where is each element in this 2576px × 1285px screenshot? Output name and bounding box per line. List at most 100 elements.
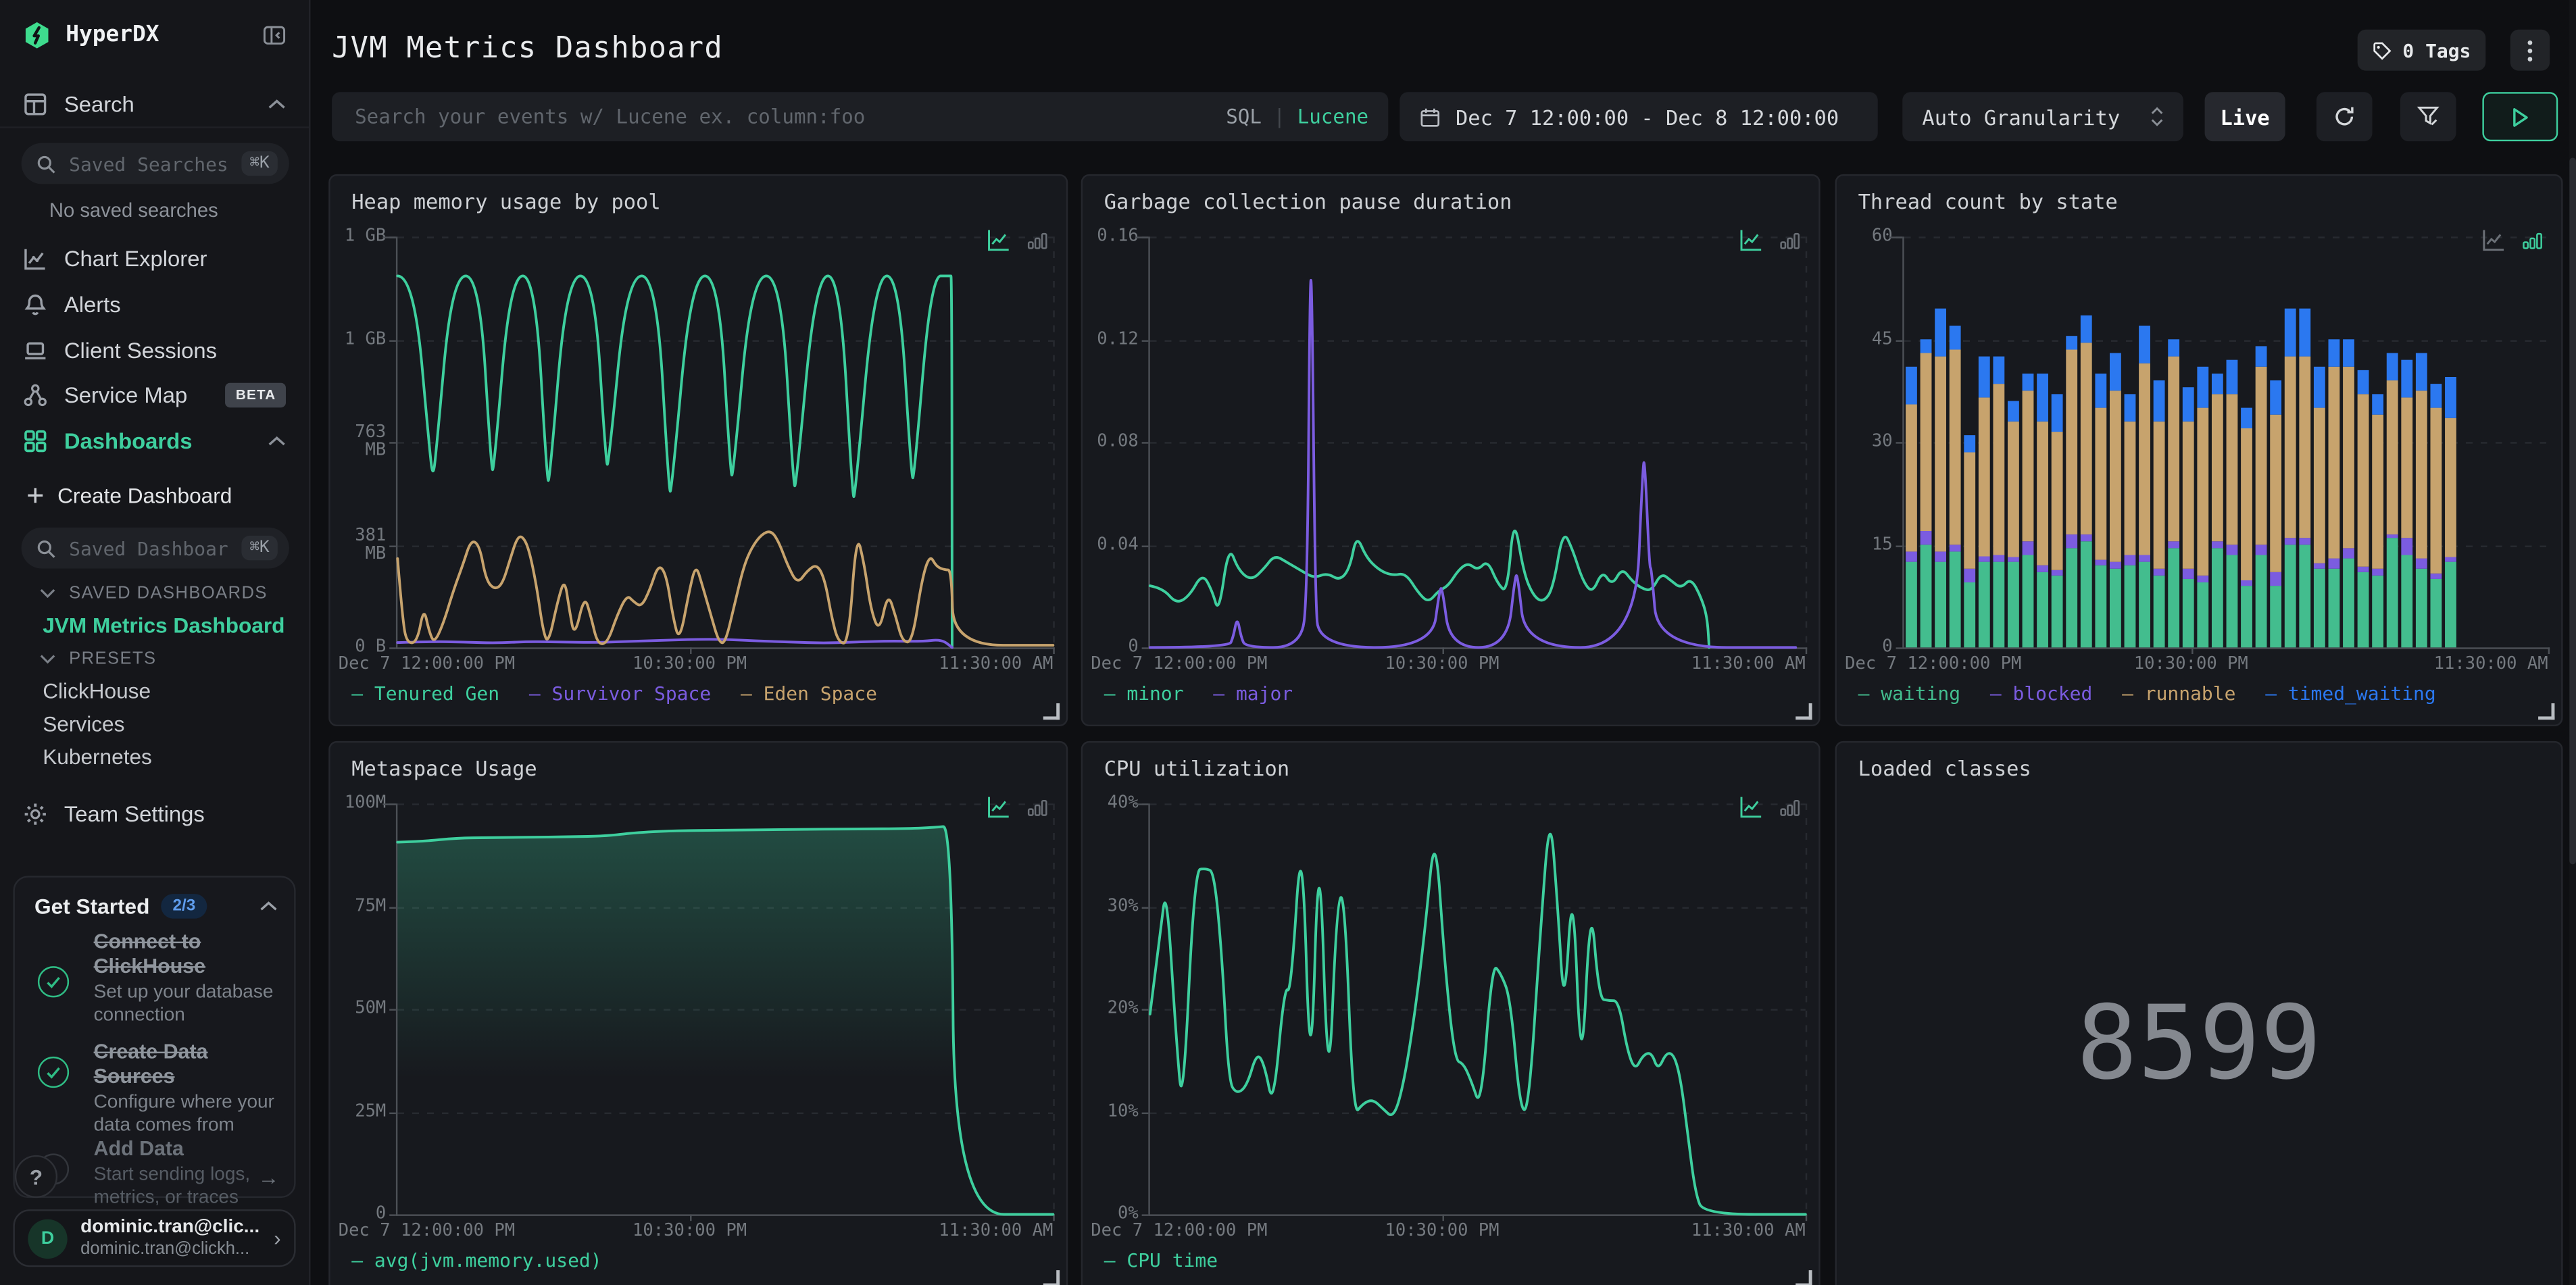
bar-segment-blocked <box>2343 548 2354 559</box>
saved-dashboards-searchbox[interactable]: ⌘K <box>21 527 289 569</box>
saved-dashboards-input[interactable] <box>66 534 232 561</box>
bar-chart-icon[interactable] <box>2522 228 2544 251</box>
sidebar-item-alerts[interactable]: Alerts <box>0 286 309 322</box>
event-search-input[interactable] <box>351 103 1213 130</box>
filter-button[interactable] <box>2400 92 2456 142</box>
legend-item[interactable]: — timed_waiting <box>2265 682 2435 705</box>
granularity-select[interactable]: Auto Granularity <box>1902 92 2183 142</box>
bar-chart-icon[interactable] <box>1026 228 1048 251</box>
bar-segment-runnable <box>2124 421 2136 555</box>
bar-segment-timed_waiting <box>2386 353 2398 381</box>
lucene-option[interactable]: Lucene <box>1297 105 1368 128</box>
y-axis-label: 45 <box>1871 328 1893 349</box>
saved-searches-input[interactable] <box>66 150 232 177</box>
legend-item[interactable]: — blocked <box>1990 682 2092 705</box>
app-name: HyperDX <box>66 21 159 48</box>
chevron-down-icon <box>39 654 55 664</box>
more-options-button[interactable] <box>2510 29 2550 71</box>
sidebar-item-jvm-dashboard[interactable]: JVM Metrics Dashboard <box>43 613 284 637</box>
bar-segment-blocked <box>1906 551 1917 562</box>
y-axis-tick <box>1141 1111 1149 1113</box>
resize-handle[interactable] <box>1043 703 1060 720</box>
line-chart-icon[interactable] <box>987 228 1010 251</box>
run-query-button[interactable] <box>2482 92 2558 142</box>
date-range-picker[interactable]: Dec 7 12:00:00 - Dec 8 12:00:00 <box>1400 92 1878 142</box>
panel-title: Garbage collection pause duration <box>1104 188 1512 214</box>
legend-item[interactable]: — minor <box>1104 682 1184 705</box>
bar-segment-timed_waiting <box>1978 356 1990 398</box>
y-axis-label: 381 MB <box>355 525 387 563</box>
chevron-up-icon[interactable] <box>259 901 278 912</box>
legend-item[interactable]: — waiting <box>1858 682 1960 705</box>
shortcut-badge: ⌘K <box>241 151 278 176</box>
legend-item[interactable]: — CPU time <box>1104 1249 1218 1271</box>
get-started-step-add-data[interactable]: Add Data Start sending logs, metrics, or… <box>34 1137 279 1209</box>
sidebar-item-team-settings[interactable]: Team Settings <box>0 795 309 832</box>
presets-section-header[interactable]: PRESETS <box>39 649 156 669</box>
help-button[interactable]: ? <box>14 1155 58 1199</box>
bar-segment-timed_waiting <box>2095 373 2107 408</box>
legend-item[interactable]: — Eden Space <box>741 682 877 705</box>
legend-item[interactable]: — major <box>1213 682 1293 705</box>
scrollbar[interactable] <box>2569 0 2576 1285</box>
sidebar-item-kubernetes[interactable]: Kubernetes <box>43 745 152 769</box>
bar-segment-waiting <box>2168 548 2180 648</box>
refresh-button[interactable] <box>2316 92 2373 142</box>
line-chart-icon[interactable] <box>1740 795 1763 818</box>
tags-button[interactable]: 0 Tags <box>2358 29 2486 71</box>
chevron-up-icon[interactable] <box>268 98 286 109</box>
sidebar-item-services[interactable]: Services <box>43 711 124 736</box>
bar-chart-icon[interactable] <box>1779 228 1801 251</box>
sidebar-item-client-sessions[interactable]: Client Sessions <box>0 332 309 368</box>
collapse-sidebar-icon[interactable] <box>263 24 286 45</box>
bar-chart-icon[interactable] <box>1026 795 1048 818</box>
bar-segment-blocked <box>2197 575 2209 583</box>
bar-segment-timed_waiting <box>2415 353 2427 391</box>
query-language-toggle[interactable]: SQL | Lucene <box>1226 105 1368 128</box>
resize-handle[interactable] <box>1043 1270 1060 1285</box>
bar-segment-runnable <box>2430 407 2442 574</box>
sidebar-item-clickhouse[interactable]: ClickHouse <box>43 679 151 703</box>
bar-segment-waiting <box>2197 582 2209 648</box>
bar-segment-waiting <box>2124 565 2136 648</box>
chart-explorer-icon <box>23 246 47 270</box>
user-name: dominic.tran@clic... <box>80 1217 260 1238</box>
saved-searches-searchbox[interactable]: ⌘K <box>21 143 289 184</box>
line-chart-icon[interactable] <box>2482 228 2505 251</box>
live-button[interactable]: Live <box>2204 92 2285 142</box>
user-account-button[interactable]: D dominic.tran@clic... dominic.tran@clic… <box>13 1209 296 1267</box>
bar-segment-waiting <box>2080 541 2092 648</box>
legend-item[interactable]: — runnable <box>2122 682 2235 705</box>
sidebar-item-search[interactable]: Search <box>0 85 309 122</box>
resize-handle[interactable] <box>2538 703 2555 720</box>
sidebar-item-dashboards[interactable]: Dashboards <box>0 422 309 459</box>
panel-title: Loaded classes <box>1858 755 2031 781</box>
gear-icon <box>23 801 47 826</box>
bar-segment-waiting <box>2415 568 2427 648</box>
scrollbar-thumb[interactable] <box>2569 157 2576 865</box>
bar-segment-waiting <box>2313 568 2325 648</box>
legend-item[interactable]: — avg(jvm.memory.used) <box>351 1249 601 1271</box>
bar-segment-waiting <box>2386 538 2398 648</box>
sidebar-item-chart-explorer[interactable]: Chart Explorer <box>0 240 309 276</box>
event-search-box[interactable]: SQL | Lucene <box>332 92 1389 142</box>
x-axis-label: 11:30:00 AM <box>1691 654 1806 674</box>
resize-handle[interactable] <box>1795 1270 1812 1285</box>
sidebar-item-service-map[interactable]: Service Map BETA <box>0 376 309 413</box>
line-chart-icon[interactable] <box>987 795 1010 818</box>
resize-handle[interactable] <box>1795 703 1812 720</box>
create-dashboard-button[interactable]: Create Dashboard <box>0 476 309 513</box>
line-chart-icon[interactable] <box>1740 228 1763 251</box>
saved-dashboards-section-header[interactable]: SAVED DASHBOARDS <box>39 583 268 603</box>
bar-chart-icon[interactable] <box>1779 795 1801 818</box>
chevron-up-icon[interactable] <box>268 434 286 446</box>
bar-segment-runnable <box>2357 394 2369 567</box>
x-axis-tick <box>1805 647 1808 655</box>
get-started-step-connect[interactable]: Connect to ClickHouse Set up your databa… <box>34 930 279 1028</box>
sidebar-item-label: Chart Explorer <box>64 245 207 271</box>
get-started-step-sources[interactable]: Create Data Sources Configure where your… <box>34 1040 279 1138</box>
legend-item[interactable]: — Tenured Gen <box>351 682 499 705</box>
legend-item[interactable]: — Survivor Space <box>529 682 711 705</box>
sql-option[interactable]: SQL <box>1226 105 1262 128</box>
chart-plot <box>1906 308 2456 648</box>
